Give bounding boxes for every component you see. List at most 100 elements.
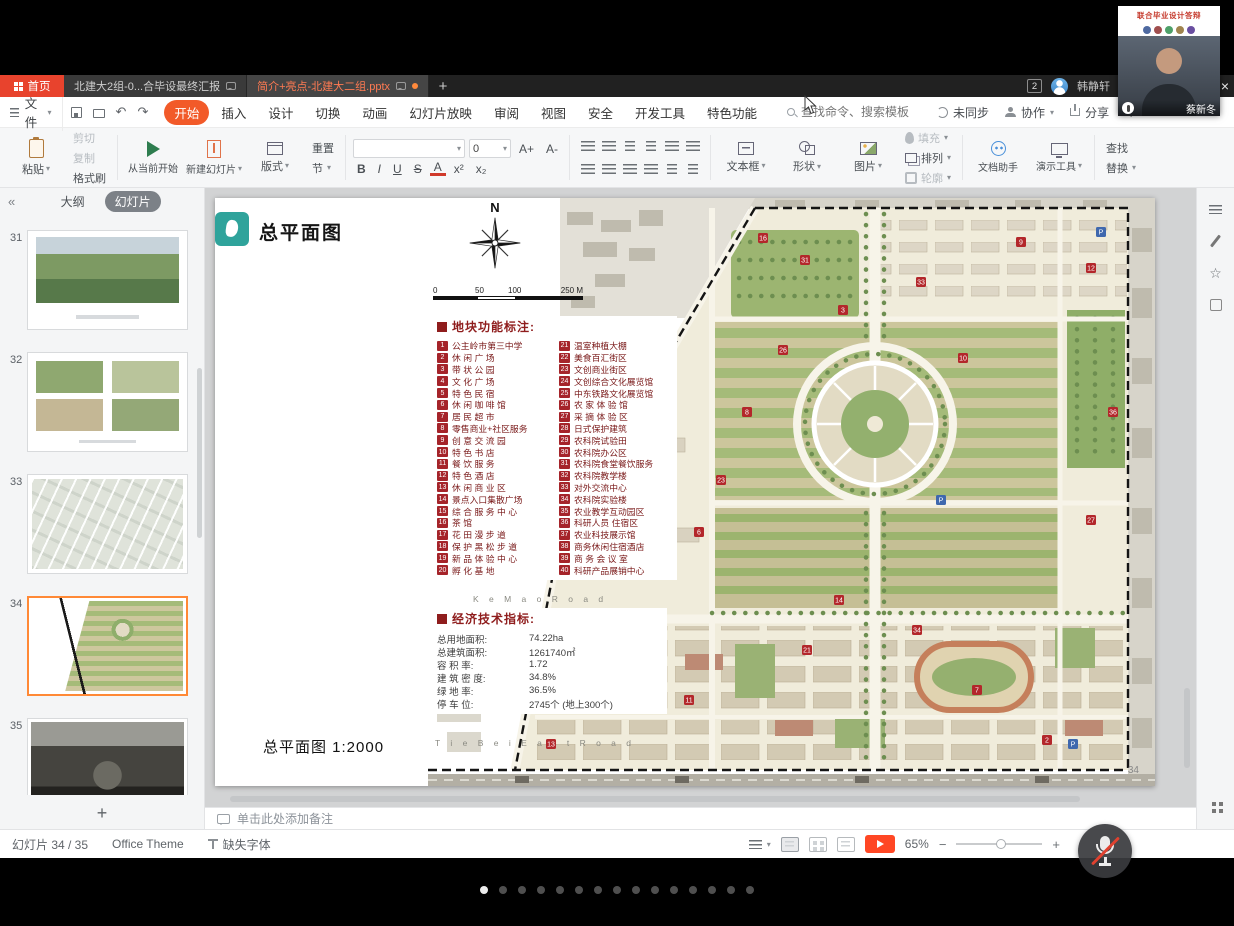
- muted-microphone-overlay[interactable]: [1078, 824, 1132, 878]
- zoom-slider[interactable]: [956, 843, 1042, 845]
- normal-view-button[interactable]: [781, 837, 799, 852]
- bullet-list-icon[interactable]: [581, 141, 595, 152]
- horizontal-scrollbar[interactable]: [230, 796, 1080, 802]
- tab-outline[interactable]: 大纲: [51, 191, 95, 212]
- thumbnail-preview[interactable]: [27, 230, 188, 330]
- slide-indicator-dot[interactable]: [632, 886, 640, 894]
- present-tools-button[interactable]: 演示工具▾: [1031, 132, 1087, 183]
- new-tab-button[interactable]: +: [429, 75, 457, 97]
- slide-indicator-dot[interactable]: [689, 886, 697, 894]
- line-spacing-icon[interactable]: [665, 141, 679, 152]
- slide-thumbnail-34[interactable]: 34: [0, 596, 204, 696]
- slide-indicator-dot[interactable]: [518, 886, 526, 894]
- superscript-button[interactable]: x²: [450, 162, 468, 176]
- increase-indent-icon[interactable]: [646, 141, 656, 152]
- menu-item-11[interactable]: 特色功能: [697, 100, 767, 125]
- user-avatar[interactable]: [1051, 78, 1068, 95]
- slide-34[interactable]: K e M a o R o a d T i e B e i E a s t R …: [215, 198, 1155, 786]
- slide-thumbnail-35[interactable]: 35: [0, 718, 204, 795]
- tab-slides[interactable]: 幻灯片: [105, 191, 161, 212]
- slide-indicator-dot[interactable]: [499, 886, 507, 894]
- italic-button[interactable]: I: [374, 162, 385, 176]
- notes-bar[interactable]: 单击此处添加备注: [205, 807, 1196, 829]
- slide-thumbnail-33[interactable]: 33: [0, 474, 204, 574]
- missing-font-warning[interactable]: 缺失字体: [208, 836, 271, 853]
- menu-item-10[interactable]: 开发工具: [625, 100, 695, 125]
- star-icon[interactable]: ☆: [1205, 262, 1227, 284]
- font-color-button[interactable]: A: [430, 161, 446, 176]
- zoom-in-button[interactable]: +: [1052, 837, 1060, 852]
- align-objects-icon[interactable]: [688, 164, 698, 175]
- decrease-indent-icon[interactable]: [625, 141, 635, 152]
- slide-indicator-dot[interactable]: [613, 886, 621, 894]
- slide-sorter-button[interactable]: [809, 837, 827, 852]
- grid-view-icon[interactable]: [1205, 795, 1227, 817]
- menu-item-1[interactable]: 开始: [164, 100, 209, 125]
- zoom-level[interactable]: 65%: [905, 837, 929, 851]
- window-close-button[interactable]: ×: [1221, 77, 1229, 95]
- zoom-out-button[interactable]: −: [939, 837, 947, 852]
- thumbnail-preview[interactable]: [27, 718, 188, 795]
- menu-item-7[interactable]: 审阅: [484, 100, 529, 125]
- slide-indicator-dot[interactable]: [708, 886, 716, 894]
- nav-pane-icon[interactable]: [1205, 198, 1227, 220]
- font-name-combo[interactable]: ▾: [353, 139, 465, 158]
- document-tab-2[interactable]: 简介+亮点-北建大二组.pptx: [247, 75, 429, 97]
- arrange-button[interactable]: 排列▾: [901, 149, 955, 167]
- file-menu[interactable]: 文件 ▾: [10, 93, 63, 131]
- slideshow-play-button[interactable]: [865, 835, 895, 853]
- underline-button[interactable]: U: [389, 162, 406, 176]
- slide-indicator-dot[interactable]: [670, 886, 678, 894]
- picture-button[interactable]: 图片▾: [840, 132, 896, 183]
- edit-pen-icon[interactable]: [1205, 230, 1227, 252]
- vertical-scrollbar[interactable]: [1184, 688, 1190, 768]
- fill-button[interactable]: 填充▾: [901, 129, 955, 147]
- new-slide-button[interactable]: 新建幻灯片▾: [186, 132, 242, 183]
- subscript-button[interactable]: x₂: [472, 162, 491, 176]
- undo-button[interactable]: ↶: [116, 104, 127, 120]
- frame-panel-icon[interactable]: [1205, 294, 1227, 316]
- numbered-list-icon[interactable]: [602, 141, 616, 152]
- slide-indicator-dot[interactable]: [594, 886, 602, 894]
- search-input[interactable]: [801, 105, 929, 119]
- theme-name[interactable]: Office Theme: [112, 837, 184, 851]
- layout-button[interactable]: 版式▾: [247, 132, 303, 183]
- play-from-current-button[interactable]: 从当前开始: [125, 132, 181, 183]
- print-icon[interactable]: [93, 109, 105, 118]
- add-slide-button[interactable]: +: [0, 801, 204, 825]
- zoom-slider-knob[interactable]: [996, 839, 1006, 849]
- bold-button[interactable]: B: [353, 162, 370, 176]
- replace-button[interactable]: 替换▾: [1102, 159, 1140, 177]
- align-left-icon[interactable]: [581, 164, 595, 175]
- shapes-button[interactable]: 形状▾: [779, 132, 835, 183]
- reset-button[interactable]: 重置: [308, 139, 338, 157]
- reading-view-button[interactable]: [837, 837, 855, 852]
- document-tab-1[interactable]: 北建大2组-0...合毕设最终汇报: [64, 75, 247, 97]
- menu-item-5[interactable]: 动画: [352, 100, 397, 125]
- redo-button[interactable]: ↷: [137, 104, 148, 120]
- menu-item-6[interactable]: 幻灯片放映: [399, 100, 482, 125]
- notes-toggle[interactable]: ▾: [749, 840, 771, 849]
- font-size-input[interactable]: [473, 143, 503, 155]
- slide-thumbnail-32[interactable]: 32: [0, 352, 204, 452]
- cut-button[interactable]: 剪切: [69, 129, 110, 147]
- thumbnail-preview[interactable]: [27, 596, 188, 696]
- doc-assistant-button[interactable]: 文档助手: [970, 132, 1026, 183]
- align-center-icon[interactable]: [602, 164, 616, 175]
- slide-indicator-dot[interactable]: [651, 886, 659, 894]
- thumbnail-preview[interactable]: [27, 474, 188, 574]
- document-count-badge[interactable]: 2: [1027, 79, 1042, 93]
- slide-indicator-dot[interactable]: [556, 886, 564, 894]
- menu-item-9[interactable]: 安全: [578, 100, 623, 125]
- sync-status[interactable]: 未同步: [937, 104, 989, 121]
- slide-indicator-dot[interactable]: [537, 886, 545, 894]
- align-right-icon[interactable]: [623, 164, 637, 175]
- slide-indicator-dot[interactable]: [727, 886, 735, 894]
- menu-item-2[interactable]: 插入: [211, 100, 256, 125]
- font-name-input[interactable]: [357, 143, 457, 155]
- copy-button[interactable]: 复制: [69, 149, 110, 167]
- menu-item-3[interactable]: 设计: [258, 100, 303, 125]
- grow-font-button[interactable]: A+: [515, 142, 538, 156]
- format-painter-button[interactable]: 格式刷: [69, 169, 110, 187]
- webcam-overlay[interactable]: 联合毕业设计答辩 蔡新冬: [1118, 6, 1220, 116]
